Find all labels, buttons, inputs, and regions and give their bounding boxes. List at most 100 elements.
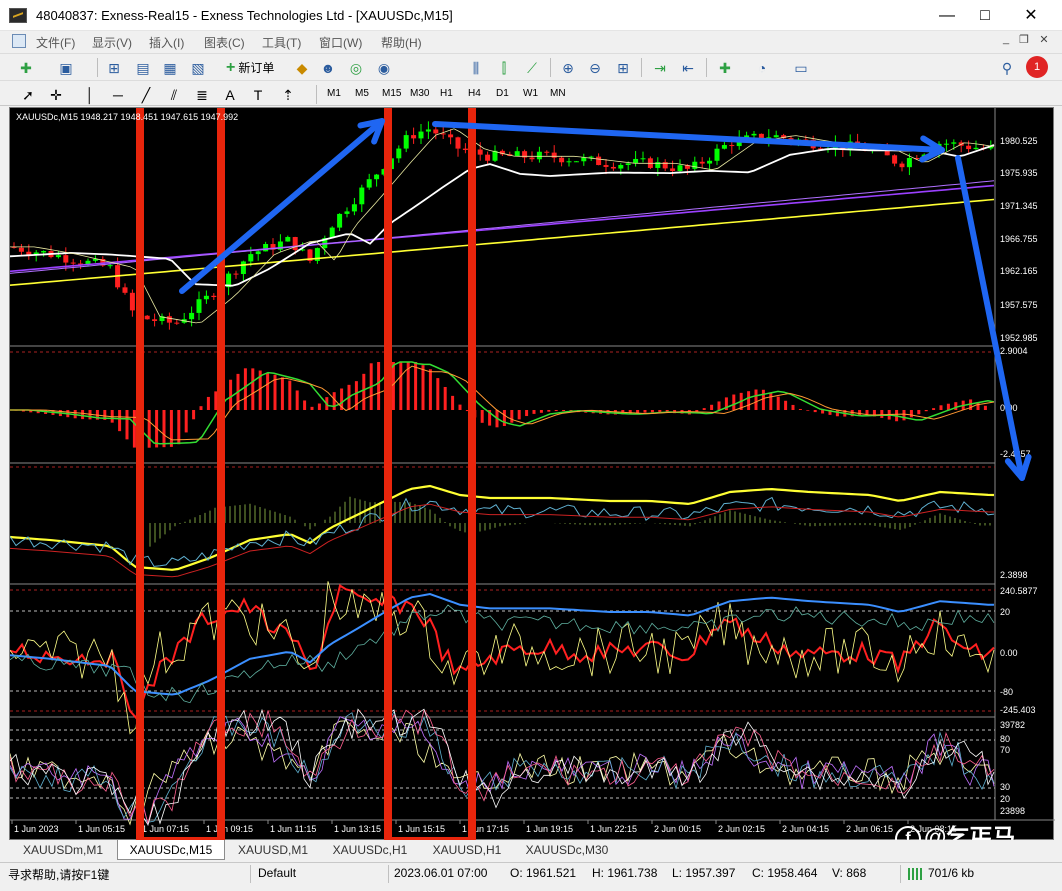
crosshair-icon[interactable]: ✛: [46, 85, 66, 105]
window-title: 48040837: Exness-Real15 - Exness Technol…: [36, 8, 453, 23]
candle-body: [692, 161, 698, 169]
zoom-in-icon[interactable]: ⊕: [558, 58, 578, 78]
line-chart-icon[interactable]: ⟋: [522, 58, 542, 78]
timeframe-mn[interactable]: MN: [550, 88, 566, 99]
timeframe-h4[interactable]: H4: [468, 88, 481, 99]
indicators-icon[interactable]: ✚: [715, 58, 735, 78]
cursor-icon[interactable]: ➚: [18, 85, 38, 105]
candle-body: [144, 315, 150, 320]
document-icon: [12, 34, 26, 48]
bar-chart-icon[interactable]: ⫼: [466, 58, 486, 78]
menu-charts[interactable]: 图表(C): [204, 34, 245, 51]
candle-body: [588, 156, 594, 158]
candle-body: [462, 148, 468, 150]
terminal-icon[interactable]: ▧: [188, 58, 208, 78]
new-order-label: 新订单: [238, 61, 275, 75]
search-icon[interactable]: ⚲: [997, 58, 1017, 78]
macd-bar: [525, 410, 529, 417]
candle-body: [166, 316, 172, 323]
menu-tools[interactable]: 工具(T): [262, 34, 301, 51]
ind4-label: 39782: [1000, 720, 1025, 730]
macd-bar: [917, 410, 921, 415]
timeframe-m5[interactable]: M5: [355, 88, 369, 99]
mdi-close-button[interactable]: ✕: [1036, 33, 1052, 46]
macd-bar: [791, 404, 795, 410]
signals-icon[interactable]: ◎: [346, 58, 366, 78]
menu-view[interactable]: 显示(V): [92, 34, 132, 51]
macd-bar: [251, 368, 255, 410]
text-label-icon[interactable]: T: [248, 85, 268, 105]
tab-xauusd-m1[interactable]: XAUUSD,M1: [225, 842, 321, 859]
tab-xauusdc-h1[interactable]: XAUUSDc,H1: [321, 842, 419, 859]
candle-body: [951, 142, 957, 144]
macd-bar: [132, 410, 136, 448]
arrows-icon[interactable]: ⇡: [278, 85, 298, 105]
price-label: 1957.575: [1000, 300, 1038, 310]
close-button[interactable]: ✕: [1008, 0, 1054, 31]
menu-file[interactable]: 文件(F): [36, 34, 75, 51]
candle-body: [640, 158, 646, 160]
candle-body: [899, 163, 905, 168]
chart-tabs: XAUUSDm,M1 XAUUSDc,M15 XAUUSD,M1 XAUUSDc…: [9, 840, 1054, 860]
macd-bar: [732, 394, 736, 410]
tab-xauusdm-m1[interactable]: XAUUSDm,M1: [9, 842, 117, 859]
price-chart[interactable]: 1980.525 1975.935 1971.345 1966.755 1962.165…: [10, 108, 1055, 841]
horizontal-line-icon[interactable]: ─: [108, 85, 128, 105]
account-icon[interactable]: ☻: [318, 58, 338, 78]
tab-xauusdc-m30[interactable]: XAUUSDc,M30: [515, 842, 619, 859]
ma-white: [10, 144, 995, 287]
tab-xauusdc-m15[interactable]: XAUUSDc,M15: [117, 840, 225, 860]
templates-icon[interactable]: ▭: [791, 58, 811, 78]
timeframe-m15[interactable]: M15: [382, 88, 401, 99]
macd-bar: [399, 362, 403, 410]
status-profile: Default: [258, 866, 297, 880]
candle-body: [403, 135, 409, 149]
macd-bar: [243, 368, 247, 410]
macd-bar: [192, 410, 196, 420]
tile-windows-icon[interactable]: ⊞: [613, 58, 633, 78]
status-help: 寻求帮助,请按F1键: [8, 868, 110, 882]
tab-xauusd-h1[interactable]: XAUUSD,H1: [419, 842, 515, 859]
vertical-line-icon[interactable]: │: [80, 85, 100, 105]
equidistant-channel-icon[interactable]: ⫽: [164, 85, 184, 105]
chart-window[interactable]: 1980.525 1975.935 1971.345 1966.755 1962.165…: [9, 107, 1055, 841]
macd-bar: [502, 410, 506, 427]
candlestick-icon[interactable]: ⫿: [494, 58, 514, 78]
profiles-icon[interactable]: ▣: [56, 58, 76, 78]
trendline-icon[interactable]: ╱: [136, 85, 156, 105]
zoom-out-icon[interactable]: ⊖: [585, 58, 605, 78]
candle-body: [729, 145, 735, 147]
mdi-restore-button[interactable]: ❐: [1016, 33, 1032, 46]
status-high: H: 1961.738: [592, 866, 658, 880]
menu-help[interactable]: 帮助(H): [381, 34, 422, 51]
macd-bar: [939, 405, 943, 410]
maximize-button[interactable]: □: [962, 0, 1008, 31]
chart-shift-icon[interactable]: ⇤: [678, 58, 698, 78]
periods-icon[interactable]: ◔: [752, 58, 772, 78]
timeframe-m1[interactable]: M1: [327, 88, 341, 99]
mdi-minimize-button[interactable]: _: [998, 33, 1014, 45]
text-icon[interactable]: A: [220, 85, 240, 105]
autotrading-icon[interactable]: ◉: [374, 58, 394, 78]
timeframe-m30[interactable]: M30: [410, 88, 429, 99]
candle-body: [603, 165, 609, 167]
market-watch-icon[interactable]: ⊞: [104, 58, 124, 78]
timeframe-h1[interactable]: H1: [440, 88, 453, 99]
macd-bar: [650, 410, 654, 413]
autoscroll-icon[interactable]: ⇥: [650, 58, 670, 78]
new-order-button[interactable]: + 新订单: [226, 58, 274, 78]
navigator-icon[interactable]: ▦: [160, 58, 180, 78]
price-label: 1971.345: [1000, 201, 1038, 211]
new-chart-icon[interactable]: ✚: [16, 58, 36, 78]
timeframe-w1[interactable]: W1: [523, 88, 538, 99]
data-window-icon[interactable]: ▤: [133, 58, 153, 78]
metaeditor-icon[interactable]: ◆: [292, 58, 312, 78]
fibonacci-icon[interactable]: ≣: [192, 85, 212, 105]
timeframe-d1[interactable]: D1: [496, 88, 509, 99]
notification-badge[interactable]: 1: [1026, 56, 1048, 78]
time-label: 1 Jun 13:15: [334, 824, 381, 834]
menu-insert[interactable]: 插入(I): [149, 34, 184, 51]
time-label: 1 Jun 07:15: [142, 824, 189, 834]
macd-bar: [421, 365, 425, 410]
menu-window[interactable]: 窗口(W): [319, 34, 362, 51]
